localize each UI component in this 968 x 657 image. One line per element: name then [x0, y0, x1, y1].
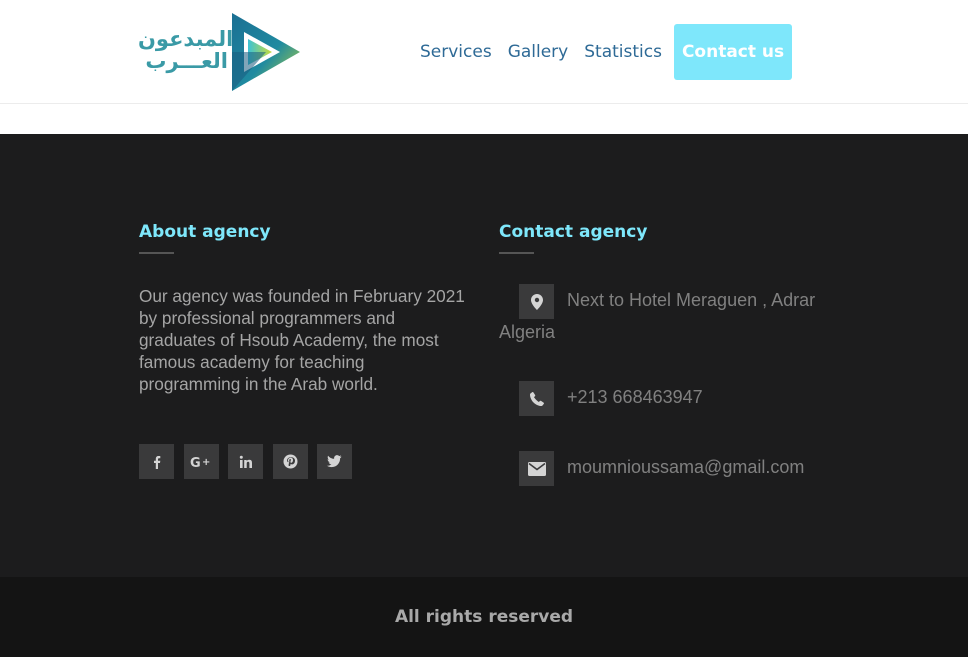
address-line-2: Algeria [499, 322, 556, 342]
envelope-icon [519, 451, 554, 486]
contact-phone: +213 668463947 [499, 381, 839, 417]
about-title: About agency [139, 222, 271, 242]
logo-line-1: المبدعون [138, 27, 234, 51]
nav-services[interactable]: Services [420, 42, 492, 62]
main-nav: Services Gallery Statistics Contact us [412, 24, 800, 80]
copyright-bar: All rights reserved [0, 577, 968, 657]
nav-statistics[interactable]: Statistics [584, 42, 662, 62]
twitter-icon[interactable] [317, 444, 352, 479]
contact-address: Next to Hotel Meraguen , Adrar Algeria [499, 284, 839, 344]
site-header: المبدعون العـــرب Services Gallery Stati… [0, 0, 968, 104]
social-links: G + [139, 444, 362, 479]
phone-icon [519, 381, 554, 416]
map-marker-icon [519, 284, 554, 319]
nav-gallery[interactable]: Gallery [508, 42, 569, 62]
logo-line-2: العـــرب [145, 49, 228, 73]
copyright-text: All rights reserved [394, 607, 574, 627]
footer: About agency Our agency was founded in F… [0, 134, 968, 577]
address-line-1: Next to Hotel Meraguen , Adrar [567, 290, 816, 310]
about-text: Our agency was founded in February 2021 … [139, 286, 465, 394]
email-address[interactable]: moumnioussama@gmail.com [567, 457, 804, 478]
contact-title: Contact agency [499, 222, 648, 242]
linkedin-icon[interactable] [228, 444, 263, 479]
about-divider [139, 252, 174, 254]
play-logo-icon [232, 13, 300, 91]
svg-text:+: + [202, 457, 210, 468]
contact-divider [499, 252, 534, 254]
logo-text: المبدعون العـــرب [138, 27, 234, 73]
logo[interactable]: المبدعون العـــرب [138, 12, 303, 92]
svg-text:G: G [190, 456, 201, 469]
contact-us-button[interactable]: Contact us [673, 24, 793, 80]
pinterest-icon[interactable] [272, 444, 308, 479]
phone-number[interactable]: +213 668463947 [567, 387, 703, 408]
contact-email: moumnioussama@gmail.com [499, 451, 839, 487]
facebook-icon[interactable] [139, 444, 174, 479]
google-plus-icon[interactable]: G + [183, 444, 219, 479]
